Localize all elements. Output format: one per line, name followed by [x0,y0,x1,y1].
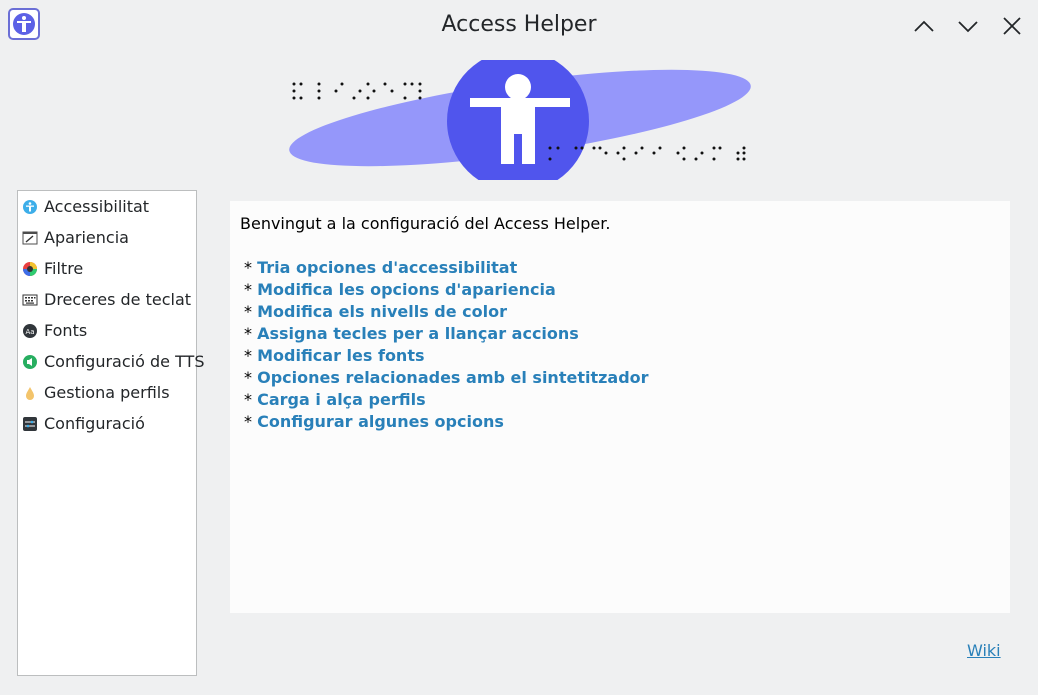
list-item: * Modifica els nivells de color [244,302,649,324]
sidebar-item-label: Configuració [44,414,145,433]
svg-text:Aa: Aa [25,328,34,336]
sidebar-item-label: Configuració de TTS [44,352,205,371]
sidebar-item-profiles[interactable]: Gestiona perfils [18,377,196,408]
sidebar-item-label: Fonts [44,321,88,340]
welcome-text: Benvingut a la configuració del Access H… [240,214,611,233]
link-configure-options[interactable]: Configurar algunes opcions [257,412,504,431]
sidebar-item-filter[interactable]: Filtre [18,253,196,284]
color-filter-icon [22,261,38,277]
access-helper-banner [280,50,760,192]
sidebar-item-label: Apariencia [44,228,129,247]
bullet: * [244,280,252,299]
accessibility-icon [22,199,38,215]
sidebar-item-tts[interactable]: Configuració de TTS [18,346,204,377]
keyboard-icon [22,292,38,308]
list-item: * Configurar algunes opcions [244,412,649,434]
link-synthesizer-options[interactable]: Opciones relacionades amb el sintetitzad… [257,368,648,387]
bullet: * [244,368,252,387]
maximize-icon [958,21,978,33]
maximize-button[interactable] [954,12,982,40]
close-button[interactable] [998,12,1026,40]
list-item: * Opciones relacionades amb el sintetitz… [244,368,649,390]
bullet: * [244,258,252,277]
list-item: * Assigna tecles per a llançar accions [244,324,649,346]
welcome-panel: Benvingut a la configuració del Access H… [230,201,1010,613]
bullet: * [244,390,252,409]
close-icon [1003,17,1021,35]
list-item: * Tria opciones d'accessibilitat [244,258,649,280]
sidebar-list: Accessibilitat Apariencia Filtre Drecere… [17,190,204,676]
sidebar-item-fonts[interactable]: Aa Fonts [18,315,196,346]
link-load-save-profiles[interactable]: Carga i alça perfils [257,390,426,409]
sidebar-item-shortcuts[interactable]: Dreceres de teclat [18,284,196,315]
title-bar: Access Helper [0,0,1038,52]
list-item: * Modifica les opcions d'apariencia [244,280,649,302]
link-accessibility-options[interactable]: Tria opciones d'accessibilitat [257,258,517,277]
link-appearance-options[interactable]: Modifica les opcions d'apariencia [257,280,556,299]
bullet: * [244,324,252,343]
settings-icon [22,416,38,432]
sidebar-item-settings[interactable]: Configuració [18,408,196,439]
sidebar-item-label: Filtre [44,259,84,278]
sidebar-item-label: Accessibilitat [44,197,150,216]
list-item: * Modificar les fonts [244,346,649,368]
tts-icon [22,354,38,370]
bullet: * [244,302,252,321]
window-title: Access Helper [441,12,597,37]
options-link-list: * Tria opciones d'accessibilitat * Modif… [244,258,649,434]
sidebar-item-label: Gestiona perfils [44,383,170,402]
wiki-link[interactable]: Wiki [967,641,1001,660]
link-color-levels[interactable]: Modifica els nivells de color [257,302,507,321]
sidebar-item-accessibility[interactable]: Accessibilitat [18,191,196,222]
fonts-icon: Aa [22,323,38,339]
sidebar-item-appearance[interactable]: Apariencia [18,222,196,253]
bullet: * [244,346,252,365]
minimize-icon [914,20,934,32]
appearance-icon [22,230,38,246]
list-item: * Carga i alça perfils [244,390,649,412]
braille-top [292,82,422,100]
sidebar-item-label: Dreceres de teclat [44,290,192,309]
minimize-button[interactable] [910,12,938,40]
profiles-icon [22,385,38,401]
link-assign-keys[interactable]: Assigna tecles per a llançar accions [257,324,579,343]
link-modify-fonts[interactable]: Modificar les fonts [257,346,424,365]
bullet: * [244,412,252,431]
